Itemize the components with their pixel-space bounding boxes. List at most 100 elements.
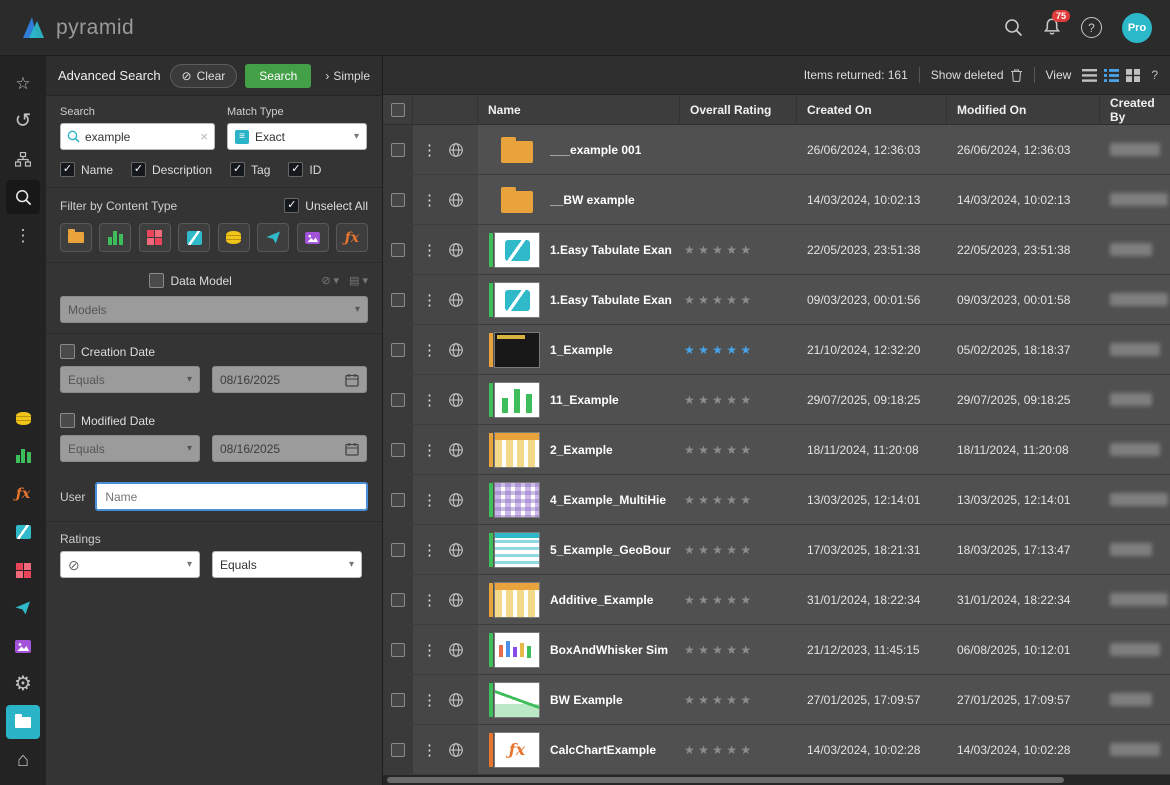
row-checkbox[interactable]: [391, 343, 405, 357]
simple-mode-link[interactable]: › Simple: [325, 69, 370, 83]
globe-icon[interactable]: [448, 292, 464, 308]
item-name[interactable]: Additive_Example: [550, 593, 653, 607]
type-illustrate-button[interactable]: [139, 223, 171, 252]
clear-button[interactable]: ⊘ Clear: [170, 64, 238, 88]
type-formulas-button[interactable]: ƒx: [336, 223, 368, 252]
security-filter-dropdown[interactable]: ⊘▾: [321, 274, 339, 287]
horizontal-scrollbar[interactable]: [383, 775, 1170, 785]
match-type-dropdown[interactable]: ≡ Exact ▾: [227, 123, 367, 150]
rating-stars[interactable]: ★ ★ ★ ★ ★: [684, 443, 751, 457]
help-icon[interactable]: ?: [1081, 17, 1102, 38]
rating-stars[interactable]: ★ ★ ★ ★ ★: [684, 493, 751, 507]
header-modified-on[interactable]: Modified On: [947, 95, 1100, 124]
globe-icon[interactable]: [448, 142, 464, 158]
unselect-all-checkbox[interactable]: Unselect All: [284, 198, 368, 213]
rating-stars[interactable]: ★ ★ ★ ★ ★: [684, 343, 751, 357]
table-row[interactable]: ⋮ 1_Example ★ ★ ★ ★ ★ 21/10/2024, 12:32:…: [383, 325, 1170, 375]
item-name[interactable]: 2_Example: [550, 443, 613, 457]
thumbnails-view-icon[interactable]: [1126, 69, 1140, 82]
table-row[interactable]: ⋮ 4_Example_MultiHie ★ ★ ★ ★ ★ 13/03/202…: [383, 475, 1170, 525]
modified-date-field[interactable]: 08/16/2025: [212, 435, 367, 462]
row-menu-icon[interactable]: ⋮: [422, 741, 437, 759]
data-model-icon[interactable]: [6, 401, 40, 435]
row-checkbox[interactable]: [391, 243, 405, 257]
globe-icon[interactable]: [448, 642, 464, 658]
row-checkbox[interactable]: [391, 543, 405, 557]
pyramid-logo[interactable]: pyramid: [18, 14, 134, 42]
checkbox-box[interactable]: [60, 344, 75, 359]
rating-stars[interactable]: ★ ★ ★ ★ ★: [684, 593, 751, 607]
clear-text-icon[interactable]: ×: [200, 129, 208, 144]
item-name[interactable]: CalcChartExample: [550, 743, 656, 757]
type-model-button[interactable]: [218, 223, 250, 252]
rating-stars[interactable]: ★ ★ ★ ★ ★: [684, 743, 751, 757]
creation-date-operator-dropdown[interactable]: Equals ▾: [60, 366, 200, 393]
present-image-icon[interactable]: [6, 629, 40, 663]
illustrate-grid-icon[interactable]: [6, 553, 40, 587]
type-present-button[interactable]: [297, 223, 329, 252]
rating-stars[interactable]: ★ ★ ★ ★ ★: [684, 543, 751, 557]
row-menu-icon[interactable]: ⋮: [422, 691, 437, 709]
checkbox-description[interactable]: Description: [131, 162, 212, 177]
row-menu-icon[interactable]: ⋮: [422, 191, 437, 209]
fields-filter-dropdown[interactable]: ▤▾: [349, 274, 368, 287]
globe-icon[interactable]: [448, 242, 464, 258]
grid-help-icon[interactable]: ?: [1151, 68, 1158, 82]
item-name[interactable]: BoxAndWhisker Sim: [550, 643, 668, 657]
globe-icon[interactable]: [448, 542, 464, 558]
item-name[interactable]: 11_Example: [550, 393, 619, 407]
checkbox-box[interactable]: [288, 162, 303, 177]
search-button[interactable]: Search: [245, 64, 311, 88]
table-row[interactable]: ⋮ CalcChartExample ★ ★ ★ ★ ★ 14/03/2024,…: [383, 725, 1170, 775]
type-discover-button[interactable]: [99, 223, 131, 252]
row-menu-icon[interactable]: ⋮: [422, 391, 437, 409]
rating-stars[interactable]: ★ ★ ★ ★ ★: [684, 293, 751, 307]
table-row[interactable]: ⋮ BoxAndWhisker Sim ★ ★ ★ ★ ★ 21/12/2023…: [383, 625, 1170, 675]
row-checkbox[interactable]: [391, 693, 405, 707]
table-row[interactable]: ⋮ 11_Example ★ ★ ★ ★ ★ 29/07/2025, 09:18…: [383, 375, 1170, 425]
publish-send-icon[interactable]: [6, 591, 40, 625]
item-name[interactable]: __BW example: [550, 193, 635, 207]
table-row[interactable]: ⋮ 5_Example_GeoBour ★ ★ ★ ★ ★ 17/03/2025…: [383, 525, 1170, 575]
header-name[interactable]: Name: [478, 95, 680, 124]
table-row[interactable]: ⋮ Additive_Example ★ ★ ★ ★ ★ 31/01/2024,…: [383, 575, 1170, 625]
data-model-checkbox[interactable]: Data Model: [149, 273, 231, 288]
select-all-checkbox[interactable]: [391, 103, 405, 117]
user-avatar[interactable]: Pro: [1122, 13, 1152, 43]
history-icon[interactable]: ↺: [6, 104, 40, 138]
discover-charts-icon[interactable]: [6, 439, 40, 473]
item-name[interactable]: 4_Example_MultiHie: [550, 493, 666, 507]
checkbox-id[interactable]: ID: [288, 162, 321, 177]
globe-icon[interactable]: [448, 692, 464, 708]
globe-icon[interactable]: [448, 342, 464, 358]
modified-date-checkbox[interactable]: Modified Date: [60, 413, 368, 428]
list-view-icon[interactable]: [1082, 69, 1097, 82]
rating-stars[interactable]: ★ ★ ★ ★ ★: [684, 693, 751, 707]
item-name[interactable]: BW Example: [550, 693, 623, 707]
row-menu-icon[interactable]: ⋮: [422, 341, 437, 359]
checkbox-box[interactable]: [60, 162, 75, 177]
table-row[interactable]: ⋮ 1.Easy Tabulate Exan ★ ★ ★ ★ ★ 09/03/2…: [383, 275, 1170, 325]
globe-icon[interactable]: [448, 492, 464, 508]
table-row[interactable]: ⋮ BW Example ★ ★ ★ ★ ★ 27/01/2025, 17:09…: [383, 675, 1170, 725]
modified-date-operator-dropdown[interactable]: Equals ▾: [60, 435, 200, 462]
header-created-by[interactable]: Created By: [1100, 95, 1170, 124]
row-checkbox[interactable]: [391, 193, 405, 207]
table-row[interactable]: ⋮ ___example 001 26/06/2024, 12:36:03 26…: [383, 125, 1170, 175]
rail-search-icon[interactable]: [6, 180, 40, 214]
header-overall-rating[interactable]: Overall Rating: [680, 95, 797, 124]
row-menu-icon[interactable]: ⋮: [422, 591, 437, 609]
type-tabulate-button[interactable]: [178, 223, 210, 252]
row-checkbox[interactable]: [391, 393, 405, 407]
checkbox-box[interactable]: [60, 413, 75, 428]
search-term-input[interactable]: [85, 130, 195, 144]
row-menu-icon[interactable]: ⋮: [422, 641, 437, 659]
row-menu-icon[interactable]: ⋮: [422, 491, 437, 509]
row-checkbox[interactable]: [391, 743, 405, 757]
show-deleted-toggle[interactable]: Show deleted: [931, 68, 1023, 82]
more-options-icon[interactable]: ⋮: [6, 218, 40, 252]
formulas-fx-icon[interactable]: ƒx: [6, 477, 40, 511]
item-name[interactable]: ___example 001: [550, 143, 641, 157]
row-menu-icon[interactable]: ⋮: [422, 291, 437, 309]
tabulate-icon[interactable]: [6, 515, 40, 549]
